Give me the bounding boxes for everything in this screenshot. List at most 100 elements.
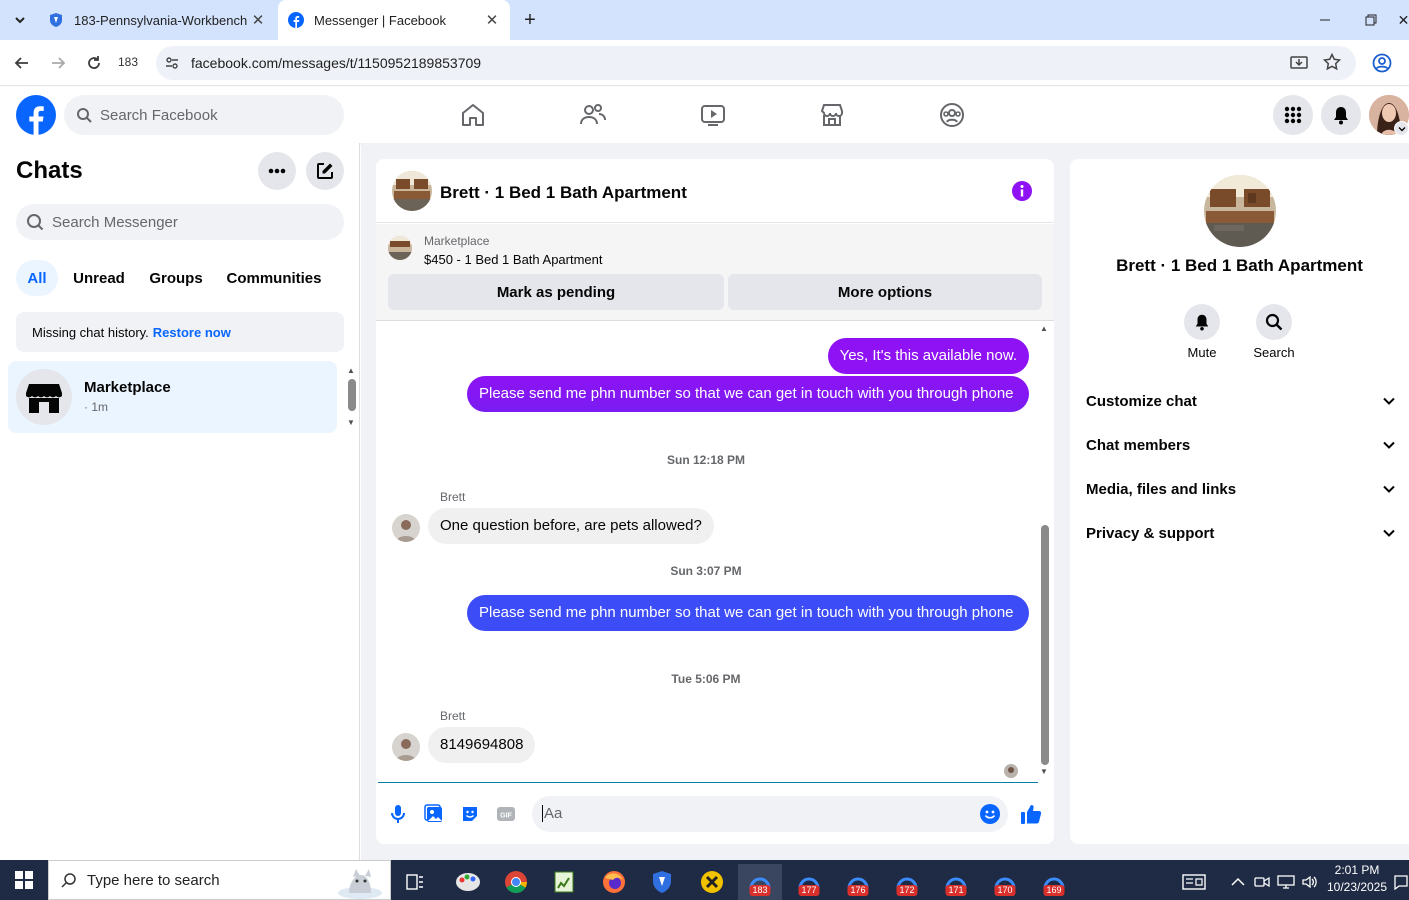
facebook-logo-icon[interactable] [16, 95, 56, 140]
new-message-compose-icon[interactable] [306, 152, 344, 190]
more-options-button[interactable]: More options [728, 274, 1042, 310]
sender-avatar[interactable] [392, 733, 420, 761]
conversation-title[interactable]: Brett · 1 Bed 1 Bath Apartment [440, 183, 687, 203]
home-icon[interactable] [457, 99, 489, 131]
taskbar-search-box[interactable]: Type here to search [48, 860, 391, 900]
outgoing-message[interactable]: Yes, It's this available now. [827, 338, 1029, 374]
scroll-up-arrow-icon[interactable]: ▲ [347, 366, 355, 375]
marketplace-icon[interactable] [816, 99, 848, 131]
taskbar-app-170[interactable]: 170 [983, 864, 1027, 900]
menu-grid-icon[interactable] [1273, 95, 1313, 135]
x-app-icon[interactable] [690, 864, 734, 900]
task-view-icon[interactable] [393, 864, 437, 900]
filter-unread[interactable]: Unread [64, 260, 134, 296]
section-customize-chat[interactable]: Customize chat [1086, 379, 1396, 423]
chat-item-meta: · 1m [84, 400, 108, 414]
back-arrow-icon[interactable] [10, 51, 34, 75]
outgoing-message[interactable]: Please send me phn number so that we can… [467, 376, 1029, 412]
restore-icon[interactable] [1359, 8, 1383, 32]
groups-icon[interactable] [936, 99, 968, 131]
account-chevron-icon[interactable] [1394, 121, 1409, 136]
taskbar-app-176[interactable]: 176 [836, 864, 880, 900]
news-widget-icon[interactable] [1172, 864, 1216, 900]
listing-title[interactable]: $450 - 1 Bed 1 Bath Apartment [424, 252, 603, 267]
details-listing-photo[interactable] [1204, 175, 1276, 247]
profile-counter[interactable]: 183 [118, 55, 138, 69]
spreadsheet-app-icon[interactable] [542, 864, 586, 900]
bookmark-star-icon[interactable] [1322, 52, 1342, 76]
filter-communities[interactable]: Communities [218, 260, 330, 296]
taskbar-badge: 172 [896, 885, 918, 896]
more-options-dots-icon[interactable] [258, 152, 296, 190]
emoji-icon[interactable] [980, 804, 1000, 829]
chrome-icon[interactable] [494, 864, 538, 900]
microphone-icon[interactable] [388, 804, 408, 829]
mute-bell-icon[interactable] [1184, 304, 1220, 340]
tab-close-icon[interactable]: ✕ [484, 11, 500, 29]
mute-label[interactable]: Mute [1172, 345, 1232, 360]
sticker-icon[interactable] [460, 804, 480, 829]
taskbar-app-171[interactable]: 171 [934, 864, 978, 900]
listing-thumbnail[interactable] [392, 171, 432, 211]
browser-profile-icon[interactable] [1370, 51, 1394, 75]
install-app-icon[interactable] [1290, 54, 1308, 77]
search-label[interactable]: Search [1244, 345, 1304, 360]
chat-item-name: Marketplace [84, 379, 171, 396]
notifications-bell-icon[interactable] [1321, 95, 1361, 135]
taskbar-app-169[interactable]: 169 [1032, 864, 1076, 900]
taskbar-app-177[interactable]: 177 [787, 864, 831, 900]
facebook-search-input[interactable]: Search Facebook [64, 95, 344, 135]
section-chat-members[interactable]: Chat members [1086, 423, 1396, 467]
friends-icon[interactable] [577, 99, 609, 131]
gif-icon[interactable]: GIF [496, 804, 516, 829]
filter-groups[interactable]: Groups [140, 260, 212, 296]
forward-arrow-icon[interactable] [46, 51, 70, 75]
minimize-icon[interactable] [1313, 8, 1337, 32]
address-bar: 183 facebook.com/messages/t/115095218985… [0, 40, 1409, 86]
shield-browser-icon[interactable] [640, 864, 684, 900]
notification-center-icon[interactable] [1392, 864, 1409, 900]
sender-avatar[interactable] [392, 514, 420, 542]
firefox-icon[interactable] [592, 864, 636, 900]
photo-attach-icon[interactable] [424, 804, 444, 829]
new-tab-button[interactable]: + [518, 8, 542, 32]
incoming-message[interactable]: One question before, are pets allowed? [428, 508, 714, 544]
tab-close-icon[interactable]: ✕ [250, 11, 266, 29]
close-window-icon[interactable]: ✕ [1398, 8, 1409, 32]
facebook-search-placeholder: Search Facebook [100, 106, 218, 124]
filter-all[interactable]: All [16, 260, 58, 296]
tab-workbench[interactable]: 183-Pennsylvania-Workbench ✕ [38, 0, 276, 40]
scroll-down-arrow-icon[interactable]: ▼ [1040, 767, 1048, 776]
chat-item-marketplace[interactable]: Marketplace · 1m [8, 361, 337, 433]
scroll-up-arrow-icon[interactable]: ▲ [1040, 324, 1048, 333]
outgoing-message[interactable]: Please send me phn number so that we can… [467, 595, 1029, 631]
windows-start-icon[interactable] [2, 862, 46, 898]
section-privacy-support[interactable]: Privacy & support [1086, 511, 1396, 555]
chat-list-panel: Chats Search Messenger All Unread Groups… [0, 143, 360, 860]
restore-now-link[interactable]: Restore now [153, 325, 231, 340]
search-messenger-input[interactable]: Search Messenger [16, 204, 344, 240]
mark-as-pending-button[interactable]: Mark as pending [388, 274, 724, 310]
search-conversation-icon[interactable] [1256, 304, 1292, 340]
taskbar-clock[interactable]: 2:01 PM 10/23/2025 [1322, 862, 1392, 896]
thumbs-up-icon[interactable] [1020, 803, 1042, 830]
message-composer-input[interactable]: Aa [532, 796, 1008, 832]
site-info-icon[interactable] [164, 55, 180, 76]
app-palette-icon[interactable] [446, 864, 490, 900]
message-scrollbar[interactable] [1041, 525, 1049, 765]
taskbar-app-172[interactable]: 172 [885, 864, 929, 900]
reload-icon[interactable] [82, 51, 106, 75]
tab-search-chevron-icon[interactable] [8, 8, 32, 32]
scroll-down-arrow-icon[interactable]: ▼ [347, 418, 355, 427]
chat-list-scrollbar[interactable] [348, 379, 356, 411]
conversation-info-icon[interactable] [1012, 181, 1032, 206]
taskbar-app-183[interactable]: 183 [738, 864, 782, 900]
incoming-message[interactable]: 8149694808 [428, 727, 536, 763]
windows-taskbar: Type here to search 183 177 176 172 171 [0, 860, 1409, 900]
video-icon[interactable] [697, 99, 729, 131]
section-media-files-links[interactable]: Media, files and links [1086, 467, 1396, 511]
omnibox[interactable]: facebook.com/messages/t/1150952189853709 [156, 46, 1356, 80]
conversation-header: Brett · 1 Bed 1 Bath Apartment [376, 159, 1054, 223]
svg-text:GIF: GIF [500, 813, 512, 820]
tab-messenger[interactable]: Messenger | Facebook ✕ [278, 0, 510, 40]
